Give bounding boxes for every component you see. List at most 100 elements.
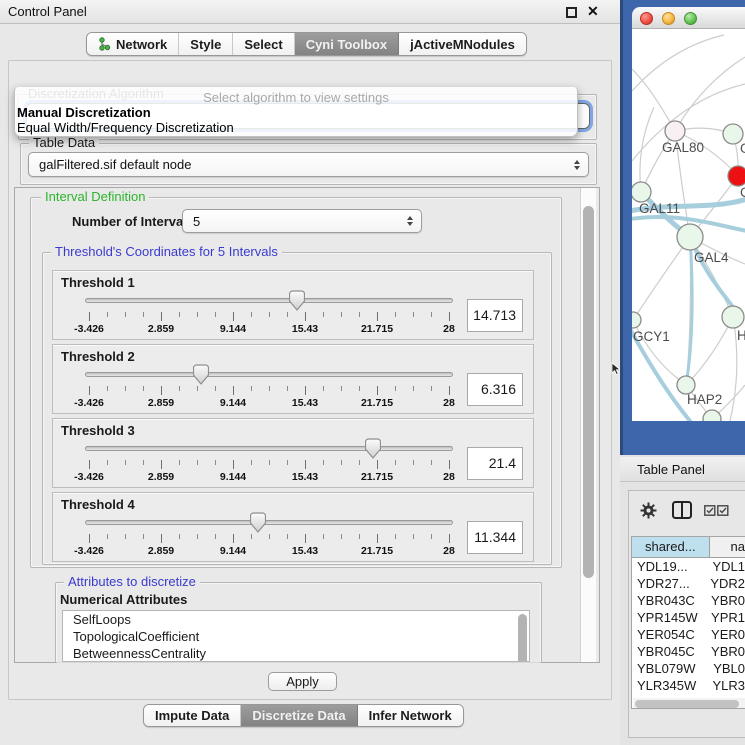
threshold-3-value-field[interactable]: 21.4 (467, 447, 523, 480)
threshold-3-panel: Threshold 3 -3.426 2.859 9.144 15.43 21.… (52, 418, 534, 488)
slider-track[interactable] (85, 298, 453, 303)
list-item[interactable]: TopologicalCoefficient (63, 628, 529, 645)
slider-track[interactable] (85, 520, 453, 525)
network-window-titlebar (632, 7, 745, 29)
slider-track[interactable] (85, 446, 453, 451)
slider-track[interactable] (85, 372, 453, 377)
numerical-attributes-label: Numerical Attributes (60, 592, 187, 607)
zoom-traffic-icon[interactable] (684, 12, 697, 25)
network-icon (98, 37, 111, 51)
combobox-stepper-icon (407, 216, 413, 226)
tab-impute-data[interactable]: Impute Data (144, 705, 241, 726)
option-manual-discretization[interactable]: Manual Discretization (17, 105, 151, 120)
tick-label: -3.426 (74, 471, 104, 483)
list-item[interactable]: SelfLoops (63, 611, 529, 628)
table-panel-title: Table Panel (637, 462, 705, 477)
node-gal80[interactable] (665, 121, 685, 141)
bottom-tabbar: Impute Data Discretize Data Infer Networ… (143, 704, 464, 727)
tick-label: 2.859 (148, 545, 174, 557)
node-gcy1[interactable] (632, 312, 641, 328)
tab-discretize-data[interactable]: Discretize Data (241, 705, 357, 726)
threshold-2-slider[interactable]: -3.426 2.859 9.144 15.43 21.715 28 (89, 345, 449, 415)
slider-thumb[interactable] (365, 438, 381, 460)
table-row[interactable]: YLR345WYLR3 (632, 677, 745, 694)
combobox-stepper-icon (574, 160, 580, 170)
column-header-shared-name[interactable]: shared... (632, 537, 710, 557)
tick-label: 21.715 (361, 471, 393, 483)
checkbox-column-icon[interactable] (704, 505, 716, 516)
threshold-2-value-field[interactable]: 6.316 (467, 373, 523, 406)
interval-definition-title: Interval Definition (41, 189, 149, 204)
table-row[interactable]: YBL079WYBL0 (632, 660, 745, 677)
float-panel-icon[interactable] (566, 7, 577, 18)
tick-label: -3.426 (74, 545, 104, 557)
numerical-attributes-list[interactable]: SelfLoops TopologicalCoefficient Between… (62, 610, 530, 662)
tick-label: 21.715 (361, 397, 393, 409)
slider-thumb[interactable] (289, 290, 305, 312)
slider-thumb[interactable] (193, 364, 209, 386)
vertical-scrollbar[interactable] (580, 188, 596, 662)
node-selected-red[interactable] (728, 166, 745, 186)
threshold-2-panel: Threshold 2 -3.426 2.859 9.144 15.43 21.… (52, 344, 534, 414)
table-row[interactable]: YDL19...YDL1 (632, 558, 745, 575)
threshold-1-slider[interactable]: -3.426 2.859 9.144 15.43 21.715 28 (89, 271, 449, 341)
horizontal-scrollbar[interactable] (633, 698, 745, 709)
threshold-3-slider[interactable]: -3.426 2.859 9.144 15.43 21.715 28 (89, 419, 449, 489)
slider-major-ticks (89, 312, 450, 321)
threshold-4-slider[interactable]: -3.426 2.859 9.144 15.43 21.715 28 (89, 493, 449, 563)
table-row[interactable]: YPR145WYPR1 (632, 609, 745, 626)
tick-label: -3.426 (74, 397, 104, 409)
tab-style[interactable]: Style (179, 33, 233, 55)
checkbox-column-icon[interactable] (717, 505, 729, 516)
node-h[interactable] (722, 306, 744, 328)
node-label-clipped-c: C (740, 185, 745, 200)
close-icon[interactable]: ✕ (587, 3, 599, 20)
node-gal11[interactable] (632, 182, 651, 202)
node-label-gal11: GAL11 (639, 201, 680, 216)
column-header-name[interactable]: na (710, 537, 745, 557)
tick-label: 21.715 (361, 323, 393, 335)
top-tabbar: Network Style Select Cyni Toolbox jActiv… (86, 32, 527, 56)
table-row[interactable]: YBR043CYBR0 (632, 592, 745, 609)
threshold-1-value-field[interactable]: 14.713 (467, 299, 523, 332)
option-equal-width-frequency[interactable]: Equal Width/Frequency Discretization (17, 120, 234, 135)
split-columns-icon[interactable] (672, 501, 692, 519)
tab-infer-network[interactable]: Infer Network (358, 705, 463, 726)
tick-label: -3.426 (74, 323, 104, 335)
number-of-intervals-combobox[interactable]: 5 (182, 209, 422, 233)
node-gal4[interactable] (677, 224, 703, 250)
horizontal-scrollbar-thumb[interactable] (635, 700, 739, 708)
list-scrollbar-thumb[interactable] (518, 614, 527, 662)
attributes-group-title: Attributes to discretize (64, 574, 200, 589)
tab-network[interactable]: Network (87, 33, 179, 55)
minimize-traffic-icon[interactable] (662, 12, 675, 25)
tick-label: 21.715 (361, 545, 393, 557)
table-header-row: shared... na (632, 537, 745, 558)
thresholds-group-title: Threshold's Coordinates for 5 Intervals (51, 244, 282, 259)
tab-cyni-toolbox[interactable]: Cyni Toolbox (295, 33, 399, 55)
table-row[interactable]: YER054CYER0 (632, 626, 745, 643)
tick-label: 9.144 (220, 545, 246, 557)
tick-label: 28 (443, 323, 455, 335)
slider-thumb[interactable] (250, 512, 266, 534)
tab-select[interactable]: Select (233, 33, 294, 55)
table-row[interactable]: YDR27...YDR2 (632, 575, 745, 592)
slider-major-ticks (89, 386, 450, 395)
threshold-4-value-field[interactable]: 11.344 (467, 521, 523, 554)
gear-icon[interactable] (640, 502, 657, 519)
algorithm-hint-option[interactable]: Select algorithm to view settings (15, 90, 577, 105)
slider-major-ticks (89, 460, 450, 469)
node-label-clipped-h: H (737, 328, 745, 343)
tick-label: 28 (443, 471, 455, 483)
tab-jactivemnodules[interactable]: jActiveMNodules (399, 33, 526, 55)
table-data-combobox[interactable]: galFiltered.sif default node (28, 152, 589, 177)
network-canvas[interactable]: GAL80 GAL11 GAL4 GCY1 HAP2 G C H (632, 29, 745, 421)
node-attribute-table[interactable]: shared... na YDL19...YDL1 YDR27...YDR2 Y… (631, 536, 745, 709)
list-item[interactable]: BetweennessCentrality (63, 645, 529, 662)
node-label-clipped-g: G (740, 141, 745, 156)
vertical-scrollbar-thumb[interactable] (583, 206, 594, 578)
table-row[interactable]: YBR045CYBR0 (632, 643, 745, 660)
close-traffic-icon[interactable] (640, 12, 653, 25)
node-label-gcy1: GCY1 (633, 329, 670, 344)
apply-button[interactable]: Apply (268, 672, 337, 691)
